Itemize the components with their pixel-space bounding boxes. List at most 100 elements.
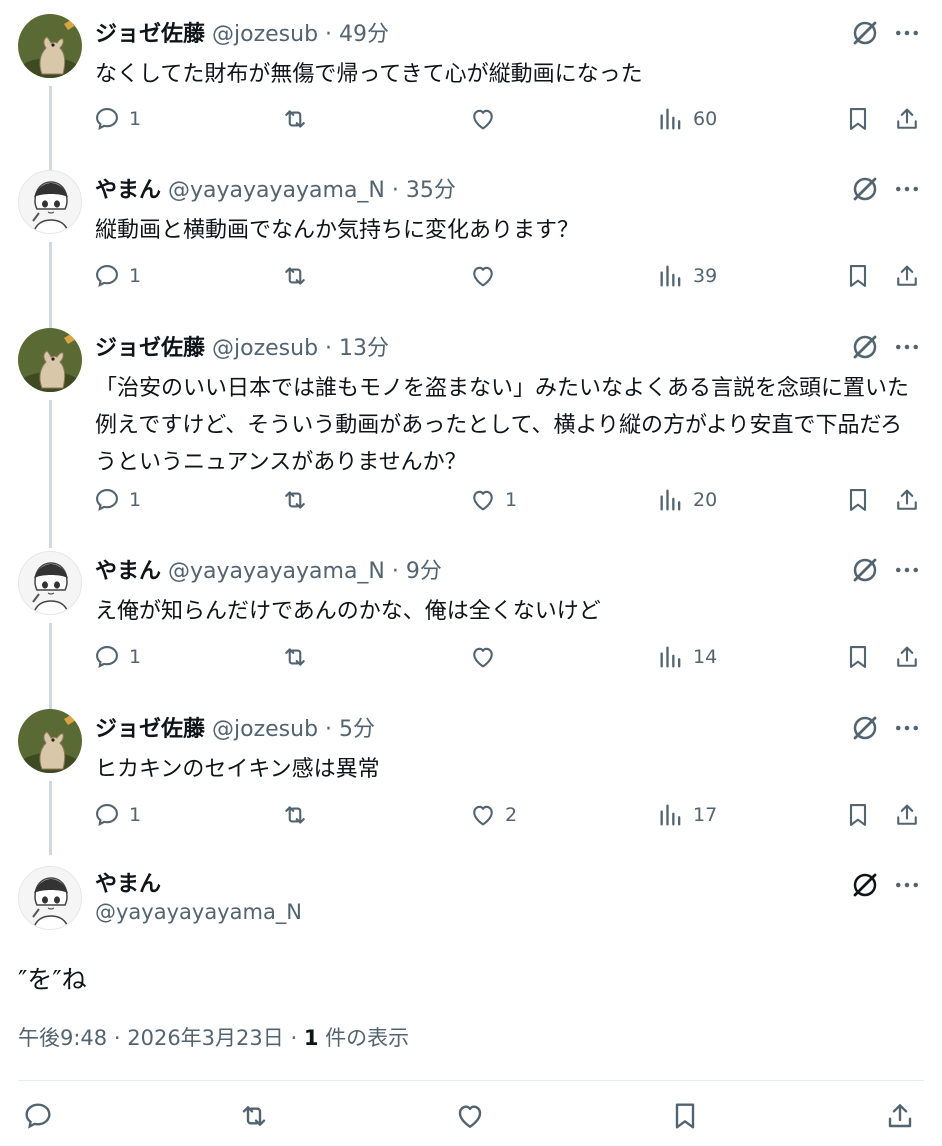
separator: · bbox=[325, 717, 333, 742]
bookmark-button[interactable] bbox=[844, 258, 872, 294]
tweet-text: ″を″ね bbox=[18, 965, 87, 994]
timestamp[interactable]: 13分 bbox=[339, 336, 389, 361]
tweet-header: やまん @yayayayayama_N · 9分 bbox=[95, 553, 442, 585]
like-button[interactable]: 1 bbox=[469, 482, 517, 518]
author-handle[interactable]: @yayayayayama_N bbox=[168, 178, 385, 203]
bookmark-icon bbox=[844, 486, 872, 514]
like-button[interactable] bbox=[469, 101, 505, 137]
avatar[interactable] bbox=[18, 328, 82, 392]
timestamp[interactable]: 5分 bbox=[339, 717, 375, 742]
share-button[interactable] bbox=[884, 1098, 916, 1134]
reply-button[interactable]: 1 bbox=[93, 101, 141, 137]
repost-button[interactable] bbox=[238, 1098, 270, 1134]
reply-icon bbox=[93, 486, 121, 514]
share-button[interactable] bbox=[893, 101, 921, 137]
author-name[interactable]: ジョゼ佐藤 bbox=[95, 717, 205, 742]
avatar[interactable] bbox=[18, 709, 82, 773]
bookmark-icon bbox=[844, 262, 872, 290]
repost-icon bbox=[281, 105, 309, 133]
separator: · bbox=[391, 559, 399, 584]
reply-button[interactable]: 1 bbox=[93, 482, 141, 518]
view-count: 14 bbox=[693, 646, 718, 668]
grok-icon[interactable] bbox=[850, 555, 880, 585]
grok-icon[interactable] bbox=[850, 18, 880, 48]
author-handle[interactable]: @jozesub bbox=[212, 336, 318, 361]
timestamp[interactable]: 35分 bbox=[406, 178, 456, 203]
more-icon[interactable] bbox=[892, 713, 922, 743]
bookmark-button[interactable] bbox=[844, 482, 872, 518]
tweet-header: ジョゼ佐藤 @jozesub · 13分 bbox=[95, 330, 389, 362]
views-button[interactable]: 17 bbox=[657, 797, 717, 833]
grok-icon[interactable] bbox=[850, 713, 880, 743]
views-button[interactable]: 14 bbox=[657, 639, 717, 675]
heart-icon bbox=[469, 643, 497, 671]
share-button[interactable] bbox=[893, 258, 921, 294]
bookmark-button[interactable] bbox=[844, 797, 872, 833]
more-icon[interactable] bbox=[892, 174, 922, 204]
reply-button[interactable] bbox=[22, 1098, 54, 1134]
bookmark-button[interactable] bbox=[844, 101, 872, 137]
post-time[interactable]: 午後9:48 bbox=[18, 1026, 107, 1050]
like-button[interactable]: 2 bbox=[469, 797, 517, 833]
tweet-meta: 午後9:48 · 2026年3月23日 · 1 件の表示 bbox=[18, 1022, 409, 1052]
author-handle[interactable]: @jozesub bbox=[212, 22, 318, 47]
like-button[interactable] bbox=[469, 639, 505, 675]
avatar[interactable] bbox=[18, 14, 82, 78]
views-button[interactable]: 39 bbox=[657, 258, 717, 294]
tweet-text: ヒカキンのセイキン感は異常 bbox=[95, 757, 380, 782]
avatar[interactable] bbox=[18, 170, 82, 234]
reply-count: 1 bbox=[129, 646, 142, 668]
view-count: 60 bbox=[693, 108, 718, 130]
tweet-header: ジョゼ佐藤 @jozesub · 49分 bbox=[95, 16, 389, 48]
like-button[interactable] bbox=[469, 258, 505, 294]
author-name[interactable]: やまん bbox=[95, 559, 161, 584]
repost-button[interactable] bbox=[281, 797, 309, 833]
repost-icon bbox=[238, 1100, 270, 1132]
repost-button[interactable] bbox=[281, 482, 309, 518]
grok-icon[interactable] bbox=[850, 870, 880, 900]
reply-count: 1 bbox=[129, 489, 142, 511]
more-icon[interactable] bbox=[892, 870, 922, 900]
author-name[interactable]: ジョゼ佐藤 bbox=[95, 336, 205, 361]
grok-icon[interactable] bbox=[850, 332, 880, 362]
more-icon[interactable] bbox=[892, 332, 922, 362]
repost-icon bbox=[281, 486, 309, 514]
reply-button[interactable]: 1 bbox=[93, 639, 141, 675]
views-label: 件の表示 bbox=[318, 1026, 410, 1050]
like-button[interactable] bbox=[454, 1098, 486, 1134]
heart-icon bbox=[469, 801, 497, 829]
share-button[interactable] bbox=[893, 482, 921, 518]
views-icon bbox=[657, 486, 685, 514]
author-name[interactable]: やまん bbox=[95, 178, 161, 203]
share-icon bbox=[893, 643, 921, 671]
views-button[interactable]: 60 bbox=[657, 101, 717, 137]
author-handle[interactable]: @jozesub bbox=[212, 717, 318, 742]
author-handle[interactable]: @yayayayayama_N bbox=[95, 900, 302, 924]
timestamp[interactable]: 9分 bbox=[406, 559, 442, 584]
bookmark-button[interactable] bbox=[669, 1098, 701, 1134]
bookmark-button[interactable] bbox=[844, 639, 872, 675]
reply-count: 1 bbox=[129, 265, 142, 287]
share-button[interactable] bbox=[893, 639, 921, 675]
more-icon[interactable] bbox=[892, 18, 922, 48]
avatar[interactable] bbox=[18, 551, 82, 615]
tweet-text: え俺が知らんだけであんのかな、俺は全くないけど bbox=[95, 599, 601, 624]
repost-button[interactable] bbox=[281, 258, 309, 294]
repost-button[interactable] bbox=[281, 639, 309, 675]
grok-icon[interactable] bbox=[850, 174, 880, 204]
reply-button[interactable]: 1 bbox=[93, 797, 141, 833]
author-handle[interactable]: @yayayayayama_N bbox=[168, 559, 385, 584]
avatar[interactable] bbox=[18, 866, 82, 930]
repost-icon bbox=[281, 643, 309, 671]
share-button[interactable] bbox=[893, 797, 921, 833]
timestamp[interactable]: 49分 bbox=[339, 22, 389, 47]
views-button[interactable]: 20 bbox=[657, 482, 717, 518]
reply-icon bbox=[93, 643, 121, 671]
author-name[interactable]: やまん bbox=[95, 866, 161, 898]
repost-button[interactable] bbox=[281, 101, 309, 137]
post-date[interactable]: 2026年3月23日 bbox=[127, 1026, 284, 1050]
reply-button[interactable]: 1 bbox=[93, 258, 141, 294]
separator: · bbox=[325, 336, 333, 361]
author-name[interactable]: ジョゼ佐藤 bbox=[95, 22, 205, 47]
more-icon[interactable] bbox=[892, 555, 922, 585]
